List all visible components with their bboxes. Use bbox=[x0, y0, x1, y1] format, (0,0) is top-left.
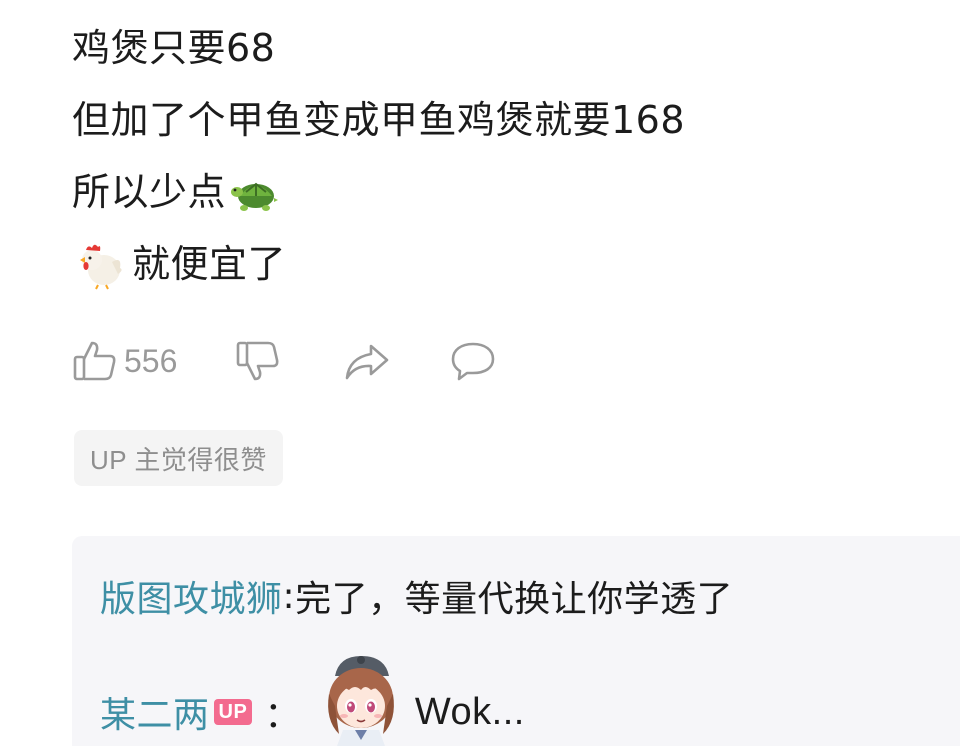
chicken-icon bbox=[74, 238, 126, 290]
like-button[interactable]: 556 bbox=[72, 338, 177, 384]
comment-line-4: 就便宜了 bbox=[72, 228, 932, 300]
comment-text-2: 但加了个甲鱼变成甲鱼鸡煲就要168 bbox=[72, 98, 686, 142]
comment-line-3: 所以少点 bbox=[72, 156, 932, 228]
comment-text-1: 鸡煲只要68 bbox=[72, 26, 276, 70]
share-button[interactable] bbox=[343, 338, 391, 384]
reply-text: Wok... bbox=[414, 690, 525, 733]
anime-girl-sticker-icon bbox=[315, 650, 407, 746]
reply-button[interactable] bbox=[449, 338, 497, 384]
reply-colon: ： bbox=[264, 695, 301, 736]
comment-text-4: 就便宜了 bbox=[132, 242, 287, 286]
up-author-tag: UP bbox=[213, 699, 253, 725]
dislike-button[interactable] bbox=[235, 338, 281, 384]
reply-username[interactable]: 某二两 bbox=[100, 686, 210, 738]
reply-username[interactable]: 版图攻城狮 bbox=[100, 570, 283, 622]
comment-text-3: 所以少点 bbox=[72, 170, 227, 214]
reply-colon: : bbox=[282, 575, 296, 617]
comment-actions: 556 bbox=[72, 336, 497, 386]
thumbs-down-icon bbox=[235, 338, 281, 384]
turtle-icon bbox=[228, 166, 280, 218]
share-icon bbox=[343, 338, 391, 384]
thumbs-up-icon bbox=[72, 338, 118, 384]
like-count: 556 bbox=[124, 342, 178, 379]
comment-line-1: 鸡煲只要68 bbox=[72, 12, 932, 84]
replies-panel[interactable]: 版图攻城狮 : 完了，等量代换让你学透了 某二两 UP ： Wok... bbox=[72, 536, 960, 746]
reply-text: 完了，等量代换让你学透了 bbox=[295, 579, 734, 620]
up-liked-badge: UP 主觉得很赞 bbox=[74, 430, 283, 486]
comment-line-2: 但加了个甲鱼变成甲鱼鸡煲就要168 bbox=[72, 84, 932, 156]
reply-icon bbox=[449, 338, 497, 384]
reply-item[interactable]: 某二两 UP ： Wok... bbox=[100, 656, 525, 746]
reply-item[interactable]: 版图攻城狮 : 完了，等量代换让你学透了 bbox=[100, 566, 733, 626]
comment-body: 鸡煲只要68 但加了个甲鱼变成甲鱼鸡煲就要168 所以少点 就便宜了 bbox=[72, 12, 932, 300]
